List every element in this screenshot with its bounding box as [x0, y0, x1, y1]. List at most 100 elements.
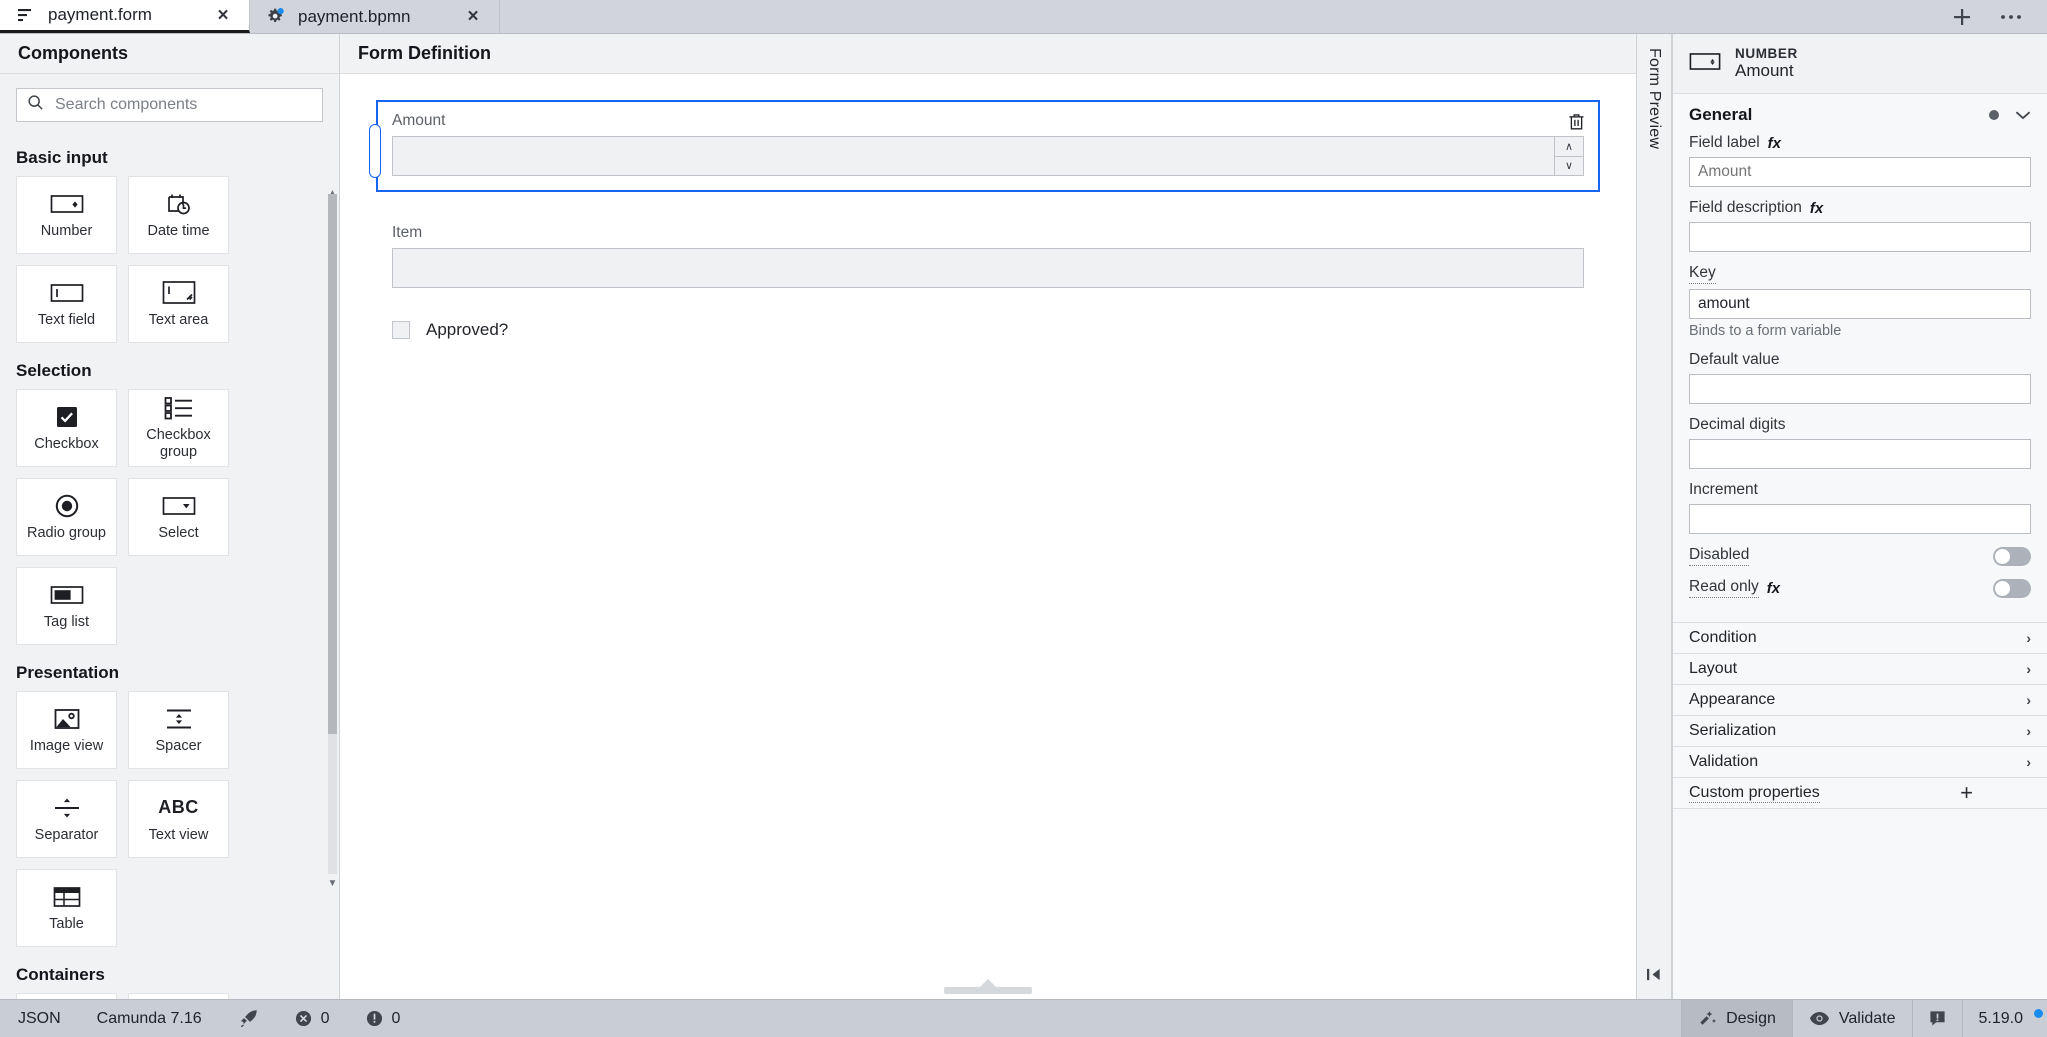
number-input-wrap[interactable]: ∧ ∨	[392, 136, 1584, 176]
fx-icon[interactable]: fx	[1767, 580, 1780, 597]
error-icon	[295, 1010, 312, 1027]
label-text: Decimal digits	[1689, 416, 1786, 433]
chevron-right-icon[interactable]: ›	[2026, 754, 2031, 770]
field-label: Item	[392, 224, 423, 241]
palette-scrollbar-thumb[interactable]	[328, 194, 337, 734]
palette-title: Components	[0, 34, 339, 74]
tab-close-button[interactable]: ×	[463, 7, 483, 26]
chevron-right-icon[interactable]: ›	[2026, 723, 2031, 739]
form-field-approved[interactable]: Approved?	[376, 310, 1600, 350]
status-format[interactable]: JSON	[0, 1000, 79, 1037]
tab-close-button[interactable]: ×	[213, 6, 233, 25]
palette-entry-select[interactable]: Select	[128, 478, 229, 556]
palette-entry-text-field[interactable]: Text field	[16, 265, 117, 343]
default-value-input[interactable]	[1689, 374, 2031, 404]
palette-entry-text-area[interactable]: Text area	[128, 265, 229, 343]
form-canvas[interactable]: Amount ∧ ∨ Item Approved?	[340, 74, 1636, 999]
more-options-icon[interactable]	[1999, 13, 2023, 21]
section-layout[interactable]: Layout ›	[1673, 653, 2047, 684]
resize-grip[interactable]	[944, 979, 1032, 994]
eye-icon	[1809, 1011, 1830, 1026]
form-field-amount[interactable]: Amount ∧ ∨	[369, 100, 1600, 192]
palette-search-wrap	[0, 74, 339, 130]
deploy-button[interactable]	[220, 1000, 277, 1037]
text-input[interactable]	[392, 248, 1584, 288]
collapse-left-icon[interactable]	[1646, 967, 1663, 987]
search-input[interactable]	[53, 95, 312, 115]
property-element-type: NUMBER	[1735, 46, 1798, 61]
stepper-down-icon[interactable]: ∨	[1555, 155, 1583, 176]
prop-decimal-digits-label: Decimal digits	[1689, 416, 2031, 434]
palette-scrollbar[interactable]	[328, 194, 337, 874]
number-input[interactable]	[392, 136, 1554, 176]
section-validation[interactable]: Validation ›	[1673, 746, 2047, 777]
add-custom-property-icon[interactable]: +	[1960, 782, 1973, 804]
palette-entry-group[interactable]: Group	[16, 993, 117, 999]
prop-decimal-digits-row: Decimal digits	[1689, 416, 2031, 469]
section-label: Custom properties	[1689, 783, 1820, 803]
design-tab[interactable]: Design	[1681, 1000, 1792, 1037]
error-count[interactable]: 0	[277, 1000, 348, 1037]
form-preview-tab[interactable]: Form Preview	[1645, 48, 1663, 149]
label-text: Default value	[1689, 351, 1780, 368]
section-condition[interactable]: Condition ›	[1673, 622, 2047, 653]
form-editor: Form Definition Amount ∧ ∨ Item Approved…	[340, 34, 1636, 999]
palette-entry-table[interactable]: Table	[16, 869, 117, 947]
palette-entry-date-time[interactable]: Date time	[128, 176, 229, 254]
fx-icon[interactable]: fx	[1810, 200, 1823, 217]
field-label-input[interactable]	[1689, 157, 2031, 187]
palette-entry-separator[interactable]: Separator	[16, 780, 117, 858]
palette-entry-iframe[interactable]: iFrame	[128, 993, 229, 999]
chevron-right-icon[interactable]: ›	[2026, 661, 2031, 677]
palette-entry-image-view[interactable]: Image view	[16, 691, 117, 769]
palette-entry-text-view[interactable]: ABC Text view	[128, 780, 229, 858]
chevron-down-icon[interactable]	[2015, 108, 2031, 123]
disabled-toggle[interactable]	[1993, 546, 2031, 566]
tab-payment-bpmn[interactable]: payment.bpmn ×	[250, 0, 500, 33]
status-platform[interactable]: Camunda 7.16	[79, 1000, 220, 1037]
palette-entry-checkbox[interactable]: Checkbox	[16, 389, 117, 467]
warning-icon	[366, 1010, 383, 1027]
approved-checkbox[interactable]	[392, 321, 410, 339]
number-stepper[interactable]: ∧ ∨	[1554, 136, 1584, 176]
form-field-item[interactable]: Item	[376, 214, 1600, 302]
section-custom-properties[interactable]: Custom properties +	[1673, 777, 2047, 808]
search-box[interactable]	[16, 88, 323, 122]
palette-entry-number[interactable]: Number	[16, 176, 117, 254]
read-only-toggle[interactable]	[1993, 578, 2031, 598]
feedback-button[interactable]	[1911, 1000, 1962, 1037]
validate-tab[interactable]: Validate	[1791, 1000, 1912, 1037]
fx-icon[interactable]: fx	[1768, 135, 1781, 152]
palette-entry-label: Text view	[148, 826, 209, 843]
increment-input[interactable]	[1689, 504, 2031, 534]
table-icon	[53, 884, 81, 910]
new-tab-icon[interactable]	[1951, 6, 1973, 28]
status-bar: JSON Camunda 7.16 0 0 Design Validate 5.…	[0, 999, 2047, 1037]
stepper-up-icon[interactable]: ∧	[1555, 137, 1583, 156]
trash-icon[interactable]	[1564, 110, 1588, 134]
palette-entry-spacer[interactable]: Spacer	[128, 691, 229, 769]
palette-entry-checkbox-group[interactable]: Checkbox group	[128, 389, 229, 467]
drag-handle[interactable]	[369, 124, 381, 178]
warning-count[interactable]: 0	[348, 1000, 419, 1037]
version-label: 5.19.0	[1978, 1009, 2023, 1027]
error-count-value: 0	[320, 1009, 330, 1027]
palette-entry-radio-group[interactable]: Radio group	[16, 478, 117, 556]
chevron-right-icon[interactable]: ›	[2026, 692, 2031, 708]
prop-read-only-label: Read only fx	[1689, 578, 1993, 598]
key-input[interactable]	[1689, 289, 2031, 319]
palette-entry-label: Text field	[37, 311, 96, 328]
decimal-digits-input[interactable]	[1689, 439, 2031, 469]
chevron-right-icon[interactable]: ›	[2026, 630, 2031, 646]
palette-scroll-down-arrow[interactable]: ▼	[327, 879, 338, 889]
palette-entry-tag-list[interactable]: Tag list	[16, 567, 117, 645]
field-description-input[interactable]	[1689, 222, 2031, 252]
section-serialization[interactable]: Serialization ›	[1673, 715, 2047, 746]
version-indicator[interactable]: 5.19.0	[1961, 1000, 2047, 1037]
status-bar-left: JSON Camunda 7.16 0 0	[0, 1000, 418, 1037]
section-appearance[interactable]: Appearance ›	[1673, 684, 2047, 715]
general-group-header[interactable]: General	[1673, 94, 2047, 134]
canvas-resize-handle[interactable]	[340, 977, 1636, 999]
tab-payment-form[interactable]: payment.form ×	[0, 0, 250, 33]
properties-panel: NUMBER Amount General Field label fx Amo…	[1672, 34, 2047, 999]
